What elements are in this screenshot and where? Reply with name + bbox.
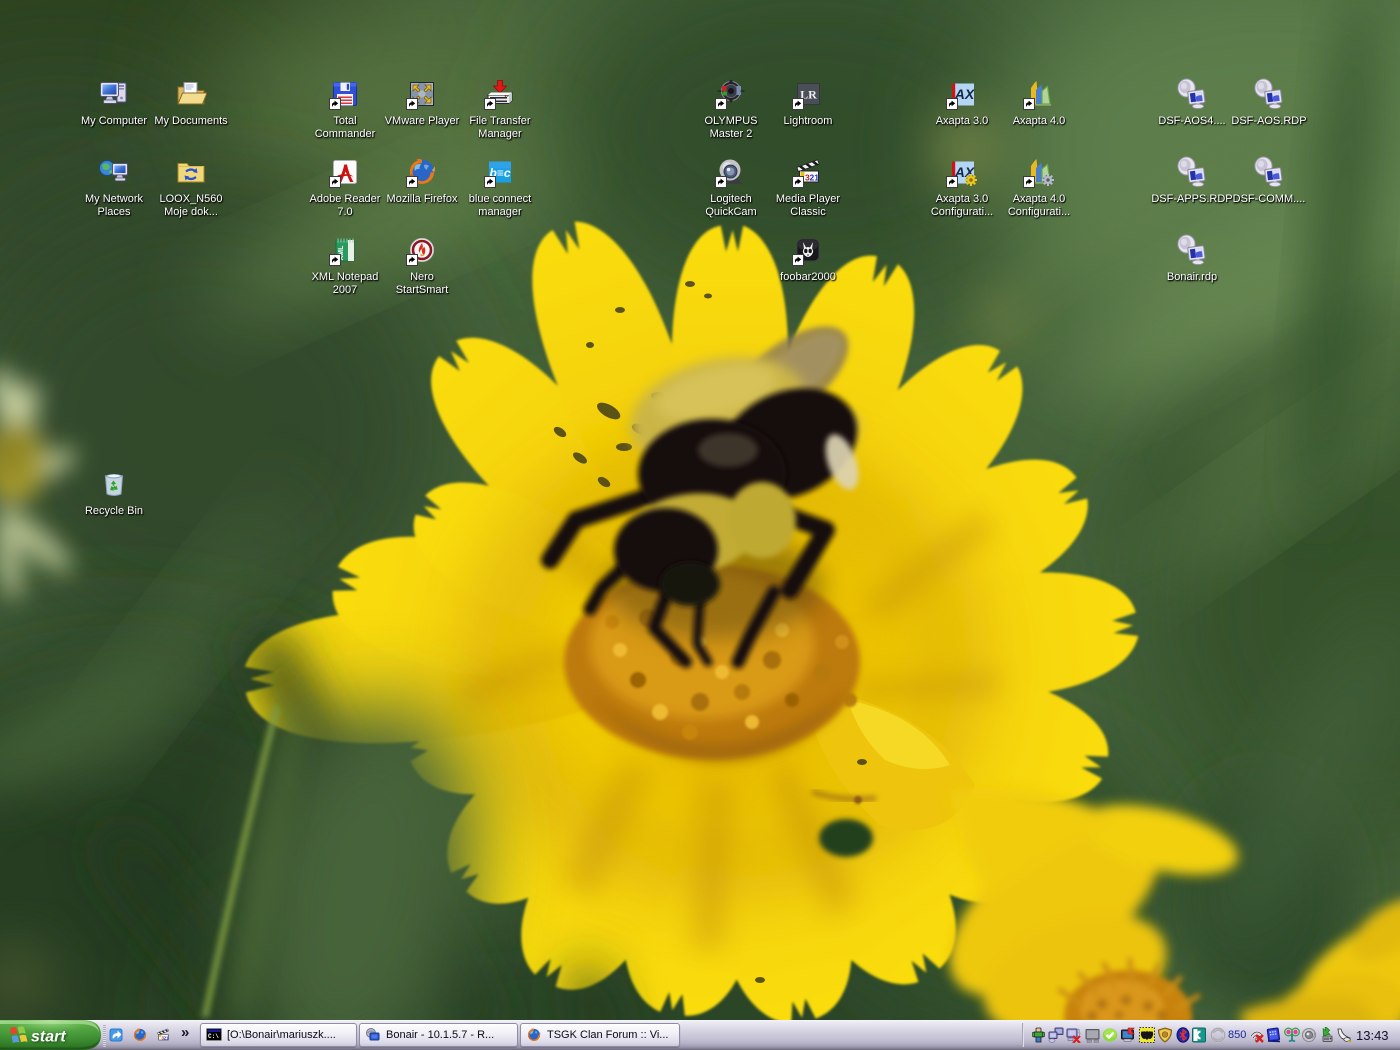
svg-text:C:\: C:\ bbox=[208, 1033, 219, 1040]
svg-text:start: start bbox=[31, 1029, 66, 1046]
